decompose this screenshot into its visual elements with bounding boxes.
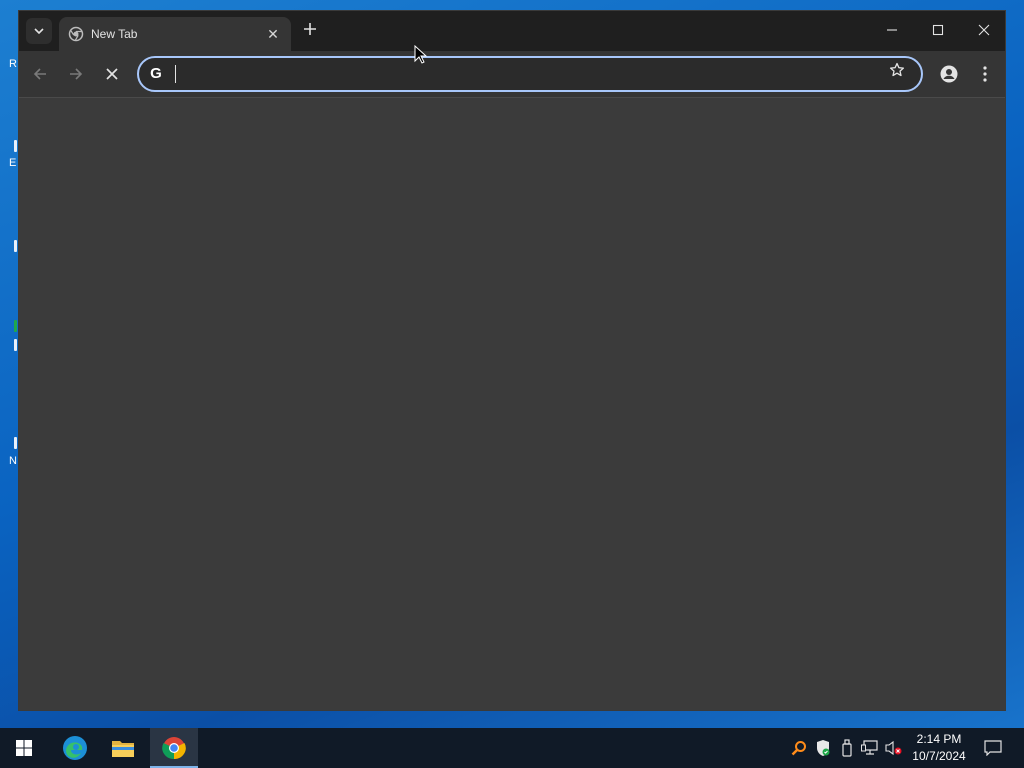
bookmark-star-button[interactable] [887,60,907,80]
chrome-icon [162,737,186,760]
desktop-icon-edge[interactable] [14,140,17,152]
tray-network-icon[interactable] [861,738,879,758]
close-icon [106,68,118,80]
tab-new-tab[interactable]: New Tab ✕ [59,17,291,51]
tray-usb-icon[interactable] [838,738,856,758]
plus-icon [304,23,316,35]
arrow-right-icon [70,68,83,80]
profile-button[interactable] [937,62,961,86]
taskbar-clock[interactable]: 2:14 PM 10/7/2024 [906,731,972,765]
close-window-button[interactable] [961,11,1007,49]
minimize-icon [887,29,897,31]
desktop-peek-letter: N [9,455,17,467]
new-tab-button[interactable] [299,20,321,42]
star-icon [889,62,905,77]
tray-security-icon[interactable] [814,738,832,758]
tab-search-button[interactable] [26,18,52,44]
chrome-menu-button[interactable] [973,62,997,86]
google-g-icon: G [150,65,162,82]
chrome-newtab-icon [68,26,84,42]
desktop-peek-letter: R [9,58,17,70]
desktop-peek-letter: E [9,157,17,169]
volume-muted-icon [885,740,902,756]
address-input[interactable] [173,64,873,84]
action-center-button[interactable] [978,728,1008,768]
desktop-icon-edge[interactable] [14,240,17,252]
tray-search-icon[interactable] [790,738,808,758]
taskbar-chrome[interactable] [150,728,198,768]
minimize-button[interactable] [869,11,915,49]
magnifier-icon [791,741,806,756]
browser-toolbar: G [19,51,1005,97]
clock-time: 2:14 PM [916,732,962,746]
taskbar: 2:14 PM 10/7/2024 [0,728,1024,768]
back-button[interactable] [28,62,52,86]
taskbar-file-explorer[interactable] [99,728,147,768]
tray-volume-icon[interactable] [885,738,903,758]
arrow-left-icon [33,68,46,80]
close-tab-button[interactable]: ✕ [265,26,281,42]
more-vertical-icon [983,66,987,82]
chevron-down-icon [34,28,44,34]
network-icon [861,740,878,755]
clock-date: 10/7/2024 [912,749,966,763]
notification-icon [984,740,1002,756]
address-bar[interactable]: G [137,56,923,92]
forward-button[interactable] [64,62,88,86]
desktop-icon-edge[interactable] [14,320,17,332]
desktop-icons-peek: R E N [0,0,18,728]
usb-drive-icon [842,739,852,757]
tab-title: New Tab [91,27,138,41]
file-explorer-icon [112,741,134,757]
shield-icon [817,740,830,756]
taskbar-edge[interactable] [51,728,99,768]
close-icon [978,24,990,36]
edge-icon [63,736,87,760]
maximize-button[interactable] [915,11,961,49]
mouse-cursor-icon [414,45,428,64]
page-content[interactable] [19,97,1005,710]
start-button[interactable] [0,728,48,768]
person-icon [940,65,958,83]
desktop-icon-edge[interactable] [14,437,17,449]
maximize-icon [932,24,944,36]
start-icon [16,740,32,756]
text-cursor [175,65,176,83]
stop-loading-button[interactable] [100,62,124,86]
browser-window: New Tab ✕ G [18,10,1006,711]
tab-strip: New Tab ✕ [19,11,1005,51]
desktop-icon-edge[interactable] [14,339,17,351]
